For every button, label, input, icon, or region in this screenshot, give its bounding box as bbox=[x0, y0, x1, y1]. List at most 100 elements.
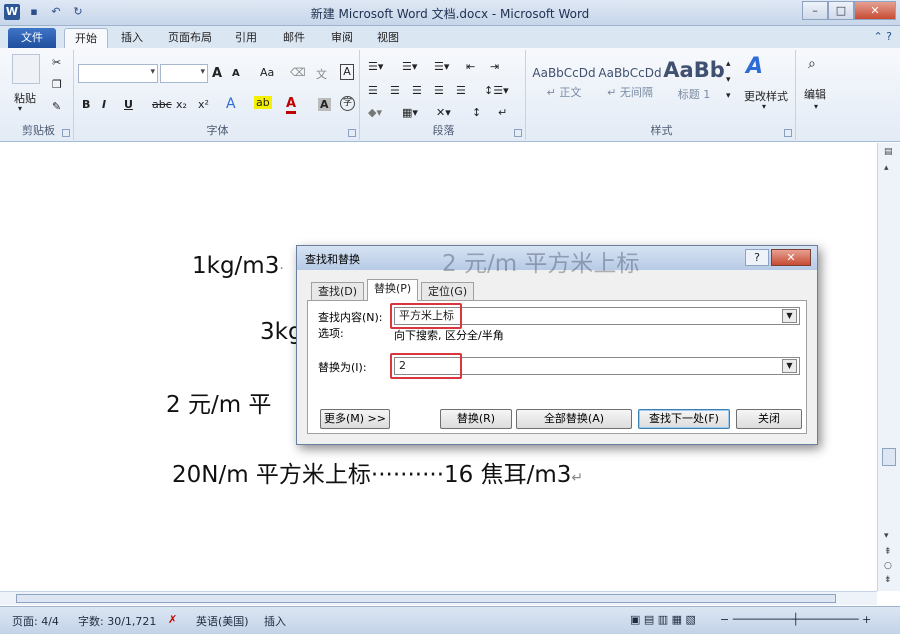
multilevel-list-icon[interactable]: ☰▾ bbox=[434, 60, 449, 73]
insert-mode[interactable]: 插入 bbox=[264, 613, 286, 629]
align-center-icon[interactable]: ☰ bbox=[390, 84, 400, 97]
font-color-icon[interactable]: A bbox=[286, 96, 297, 114]
tab-page-layout[interactable]: 页面布局 bbox=[160, 28, 220, 48]
increase-indent-icon[interactable]: ⇥ bbox=[490, 60, 499, 73]
char-shading-icon[interactable]: A bbox=[318, 98, 331, 111]
highlight-icon[interactable]: ab bbox=[254, 96, 272, 109]
chinese-layout-icon[interactable]: ✕▾ bbox=[436, 106, 451, 119]
proofing-icon[interactable]: ✗ bbox=[168, 613, 177, 626]
numbering-icon[interactable]: ☰▾ bbox=[402, 60, 417, 73]
sort-icon[interactable]: ↕ bbox=[472, 106, 481, 119]
scroll-down-icon[interactable]: ▾ bbox=[884, 531, 889, 541]
tab-home[interactable]: 开始 bbox=[64, 28, 108, 48]
tab-find[interactable]: 查找(D) bbox=[311, 282, 365, 300]
style-no-spacing-name: ↵ 无间隔 bbox=[607, 86, 653, 99]
editing-button[interactable]: 编辑 bbox=[804, 86, 826, 102]
replace-all-button[interactable]: 全部替换(A) bbox=[516, 409, 632, 429]
style-normal[interactable]: AaBbCcDd ↵ 正文 bbox=[532, 56, 596, 104]
style-heading-1[interactable]: AaBb 标题 1 bbox=[662, 56, 726, 104]
shrink-font-icon[interactable]: A bbox=[232, 68, 240, 79]
styles-scroll-icon[interactable]: ▴ ▾ ▾ bbox=[726, 56, 731, 104]
change-styles-icon[interactable]: A bbox=[746, 54, 763, 79]
maximize-button[interactable]: □ bbox=[828, 1, 854, 20]
line-spacing-icon[interactable]: ↕☰▾ bbox=[484, 84, 509, 97]
minimize-button[interactable]: – bbox=[802, 1, 828, 20]
doc-line-1: 1kg/m3· bbox=[192, 253, 284, 279]
style-no-spacing[interactable]: AaBbCcDd ↵ 无间隔 bbox=[598, 56, 662, 104]
border-char-icon[interactable]: A bbox=[340, 64, 354, 80]
enclose-char-icon[interactable]: 字 bbox=[340, 96, 355, 111]
tab-file[interactable]: 文件 bbox=[8, 28, 56, 48]
clear-formatting-icon[interactable]: ⌫ bbox=[290, 66, 306, 79]
underline-button[interactable]: U bbox=[124, 98, 133, 111]
bold-button[interactable]: B bbox=[82, 98, 90, 111]
next-page-icon[interactable]: ⇟ bbox=[884, 575, 892, 585]
close-window-button[interactable]: ✕ bbox=[854, 1, 896, 20]
change-styles-dropdown-icon[interactable]: ▾ bbox=[762, 102, 766, 111]
align-left-icon[interactable]: ☰ bbox=[368, 84, 378, 97]
paste-icon[interactable] bbox=[12, 54, 40, 84]
bullets-icon[interactable]: ☰▾ bbox=[368, 60, 383, 73]
tab-mailings[interactable]: 邮件 bbox=[274, 28, 314, 48]
distributed-icon[interactable]: ☰ bbox=[456, 84, 466, 97]
tab-references[interactable]: 引用 bbox=[226, 28, 266, 48]
show-marks-icon[interactable]: ↵ bbox=[498, 106, 507, 119]
zoom-slider[interactable]: − ─────────┼───────── + bbox=[720, 613, 871, 626]
format-painter-icon[interactable]: ✎ bbox=[52, 100, 61, 113]
justify-icon[interactable]: ☰ bbox=[434, 84, 444, 97]
language-indicator[interactable]: 英语(美国) bbox=[196, 613, 249, 629]
binoculars-icon[interactable]: ⌕ bbox=[808, 56, 816, 72]
find-next-button[interactable]: 查找下一处(F) bbox=[638, 409, 730, 429]
horizontal-scrollbar[interactable] bbox=[0, 591, 877, 605]
cut-icon[interactable]: ✂ bbox=[52, 56, 61, 69]
font-size-combo[interactable] bbox=[160, 64, 208, 83]
more-button[interactable]: 更多(M) >> bbox=[320, 409, 390, 429]
font-group: A A Aa ⌫ 文 A B I U abc x₂ x² A ab A A 字 … bbox=[76, 50, 360, 140]
italic-button[interactable]: I bbox=[102, 98, 106, 111]
view-buttons-icon[interactable]: ▣ ▤ ▥ ▦ ▧ bbox=[630, 613, 696, 626]
tab-insert[interactable]: 插入 bbox=[112, 28, 152, 48]
paragraph-launcher-icon[interactable] bbox=[514, 129, 522, 137]
strikethrough-button[interactable]: abc bbox=[152, 98, 172, 111]
vertical-scrollbar[interactable]: ▤ ▴ ▾ ⇞ ○ ⇟ bbox=[877, 143, 900, 591]
page-indicator[interactable]: 页面: 4/4 bbox=[12, 613, 59, 629]
styles-launcher-icon[interactable] bbox=[784, 129, 792, 137]
tab-review[interactable]: 审阅 bbox=[322, 28, 362, 48]
style-heading-1-sample: AaBb bbox=[663, 58, 725, 82]
scroll-up-icon[interactable]: ▴ bbox=[884, 163, 889, 173]
align-right-icon[interactable]: ☰ bbox=[412, 84, 422, 97]
text-effects-icon[interactable]: A bbox=[226, 96, 236, 112]
decrease-indent-icon[interactable]: ⇤ bbox=[466, 60, 475, 73]
subscript-button[interactable]: x₂ bbox=[176, 98, 187, 111]
dialog-help-button[interactable]: ? bbox=[745, 249, 769, 266]
shading-icon[interactable]: ◆▾ bbox=[368, 106, 382, 119]
ribbon: 粘贴 ▾ ✂ ❐ ✎ 剪贴板 A A Aa ⌫ 文 A B I U abc x₂… bbox=[0, 48, 900, 142]
font-group-label: 字体 bbox=[206, 124, 229, 137]
clipboard-launcher-icon[interactable] bbox=[62, 129, 70, 137]
tab-replace[interactable]: 替换(P) bbox=[367, 279, 419, 301]
replace-dropdown-icon[interactable]: ▼ bbox=[782, 359, 797, 373]
editing-dropdown-icon[interactable]: ▾ bbox=[814, 102, 818, 111]
tab-view[interactable]: 视图 bbox=[368, 28, 408, 48]
vertical-scroll-thumb[interactable] bbox=[882, 448, 896, 466]
tab-goto[interactable]: 定位(G) bbox=[421, 282, 475, 300]
superscript-button[interactable]: x² bbox=[198, 98, 209, 111]
copy-icon[interactable]: ❐ bbox=[52, 78, 62, 91]
replace-button[interactable]: 替换(R) bbox=[440, 409, 512, 429]
phonetic-icon[interactable]: 文 bbox=[316, 66, 327, 82]
font-launcher-icon[interactable] bbox=[348, 129, 356, 137]
ribbon-help-icon[interactable]: ⌃ ? bbox=[873, 30, 892, 43]
close-dialog-button[interactable]: 关闭 bbox=[736, 409, 802, 429]
prev-page-icon[interactable]: ⇞ bbox=[884, 547, 892, 557]
word-count[interactable]: 字数: 30/1,721 bbox=[78, 613, 156, 629]
horizontal-scroll-thumb[interactable] bbox=[16, 594, 836, 603]
borders-icon[interactable]: ▦▾ bbox=[402, 106, 418, 119]
paste-dropdown-icon[interactable]: ▾ bbox=[18, 104, 22, 113]
find-dropdown-icon[interactable]: ▼ bbox=[782, 309, 797, 323]
ruler-toggle-icon[interactable]: ▤ bbox=[884, 147, 893, 157]
browse-object-icon[interactable]: ○ bbox=[884, 561, 892, 571]
grow-font-icon[interactable]: A bbox=[212, 66, 222, 81]
dialog-close-icon[interactable]: ✕ bbox=[771, 249, 811, 266]
change-case-icon[interactable]: Aa bbox=[260, 66, 274, 79]
font-name-combo[interactable] bbox=[78, 64, 158, 83]
